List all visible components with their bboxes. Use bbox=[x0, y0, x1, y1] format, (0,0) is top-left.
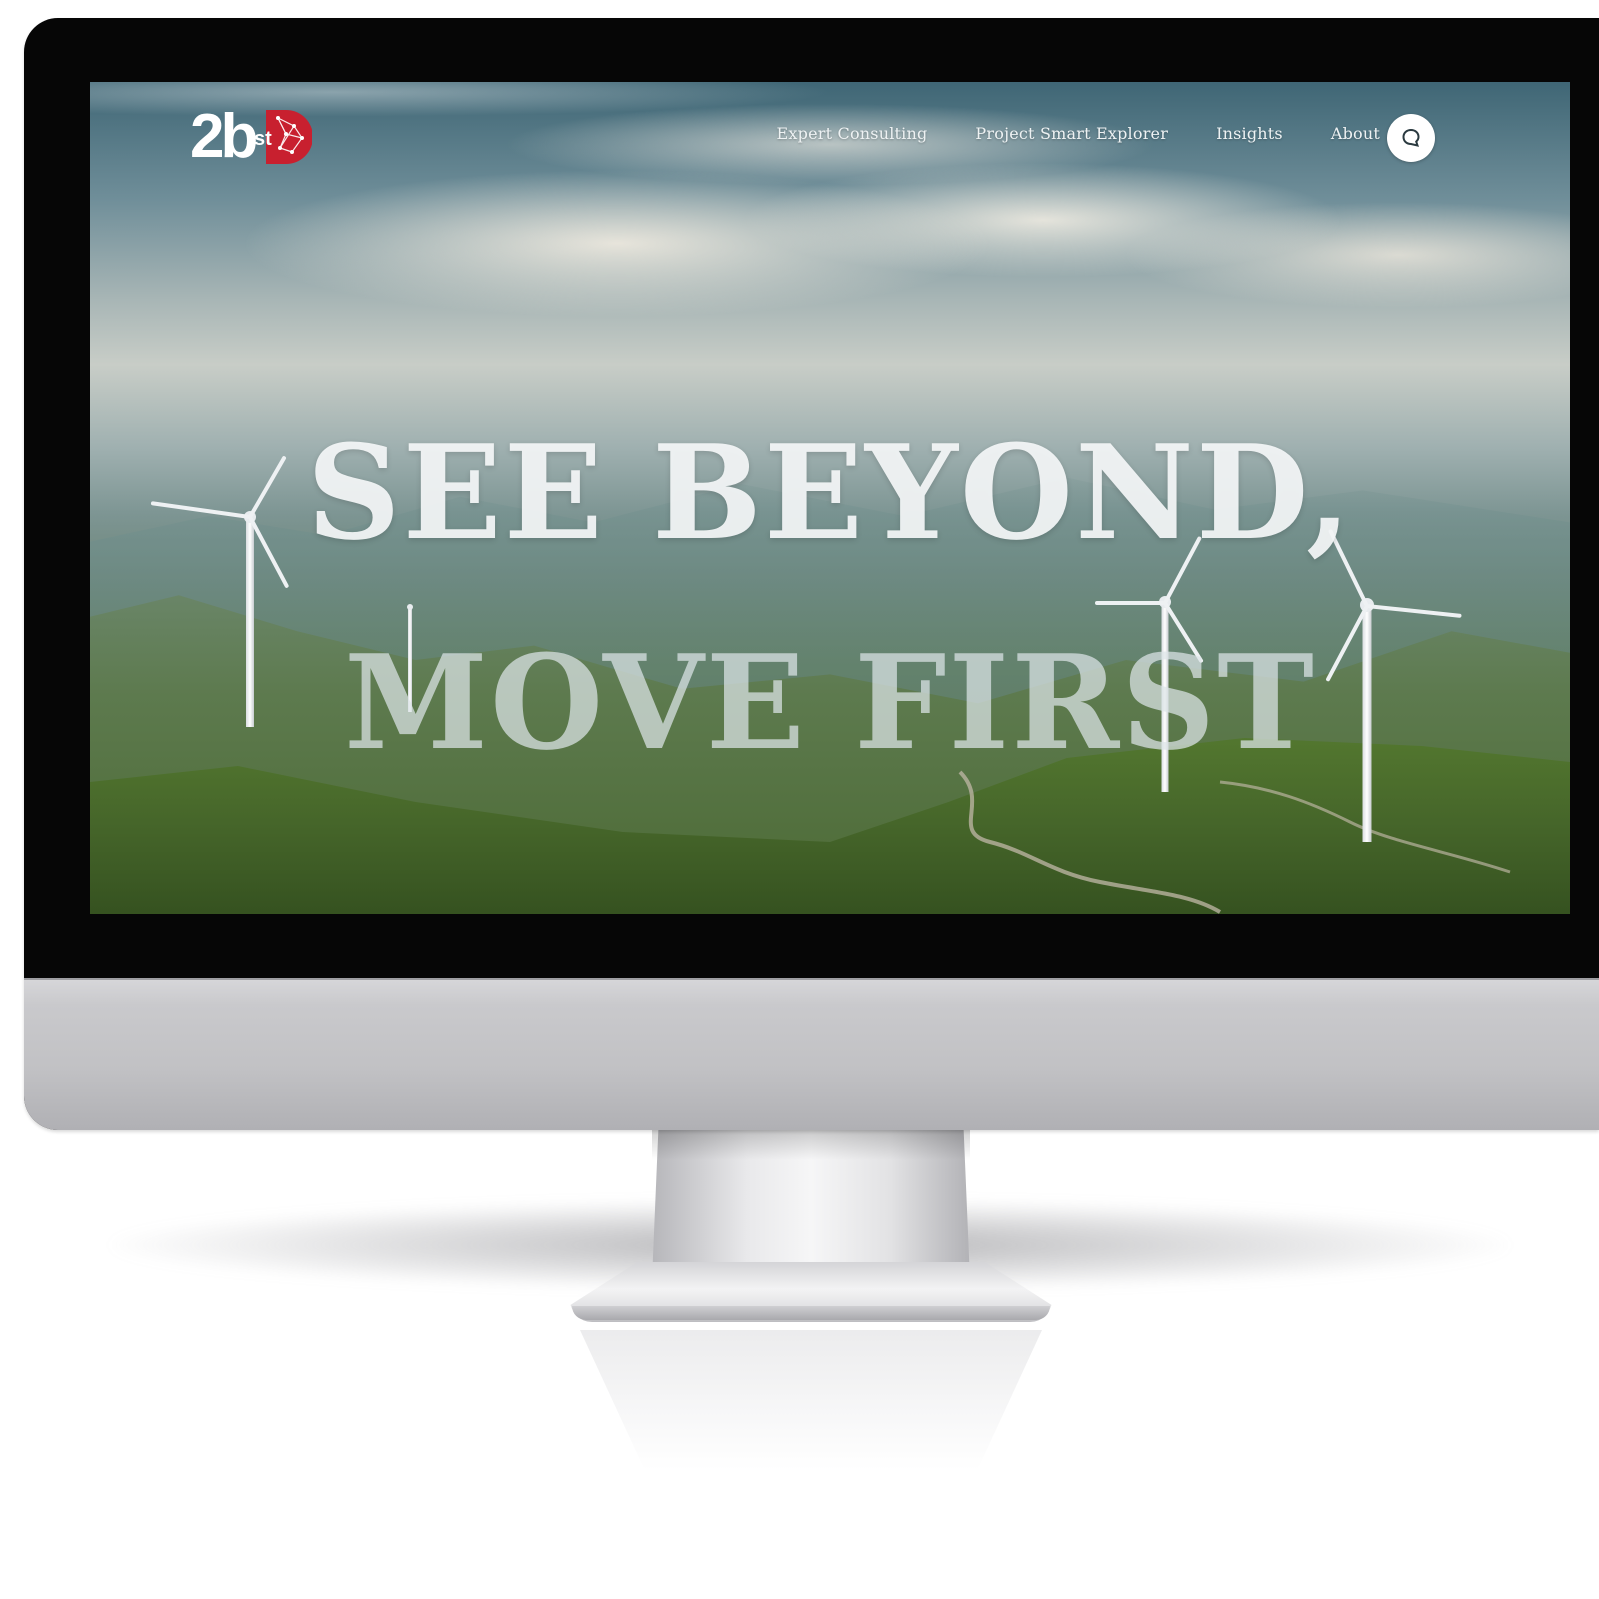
main-navigation: Expert Consulting Project Smart Explorer… bbox=[777, 124, 1380, 143]
chat-button[interactable] bbox=[1387, 114, 1435, 162]
monitor-chin bbox=[24, 978, 1599, 1130]
hero-headline-line-1: SEE BEYOND, bbox=[306, 416, 1354, 569]
nav-link-insights[interactable]: Insights bbox=[1216, 124, 1283, 143]
monitor-stand-foot-edge bbox=[572, 1306, 1050, 1320]
brand-logo[interactable]: 2b st bbox=[190, 102, 314, 172]
website-screen: 2b st Expert Consulting Project Smart Ex… bbox=[90, 82, 1570, 914]
logo-superscript: st bbox=[254, 128, 272, 150]
nav-link-about[interactable]: About bbox=[1331, 124, 1380, 143]
nav-link-project-smart-explorer[interactable]: Project Smart Explorer bbox=[975, 124, 1168, 143]
monitor: 2b st Expert Consulting Project Smart Ex… bbox=[24, 18, 1599, 1130]
monitor-reflection bbox=[580, 1330, 1042, 1470]
hero-headline-line-2: MOVE FIRST bbox=[344, 626, 1316, 779]
nav-link-expert-consulting[interactable]: Expert Consulting bbox=[777, 124, 928, 143]
logo-text: 2b bbox=[190, 102, 258, 171]
chat-bubble-icon bbox=[1402, 128, 1420, 147]
monitor-stand-shade bbox=[652, 1130, 970, 1160]
site-header: 2b st Expert Consulting Project Smart Ex… bbox=[90, 82, 1570, 202]
